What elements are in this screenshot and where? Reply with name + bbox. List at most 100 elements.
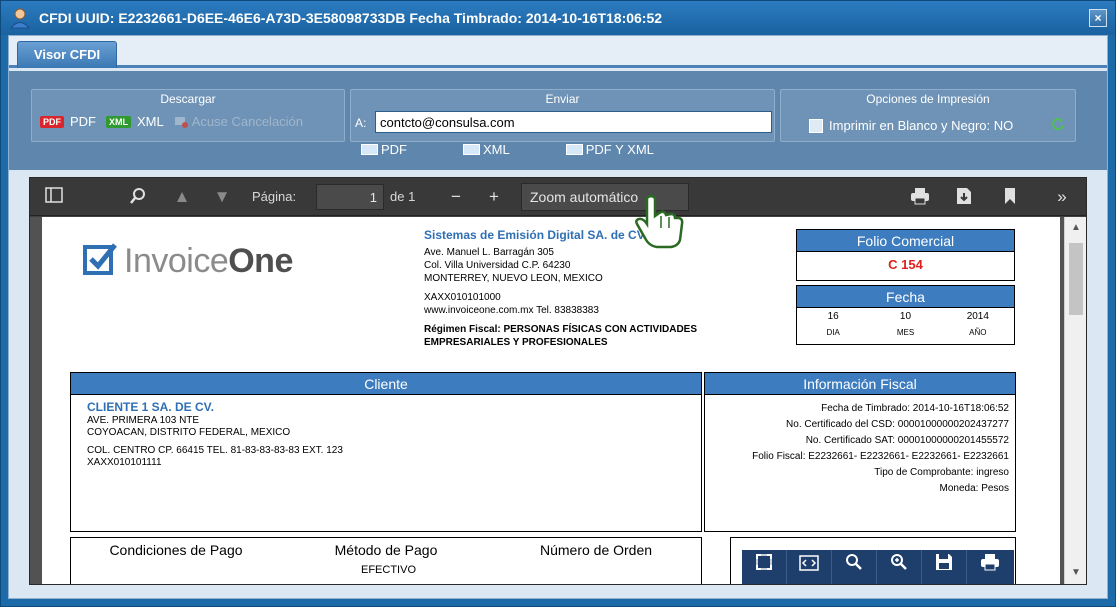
page-number-input[interactable] bbox=[316, 184, 384, 210]
cancel-receipt-icon bbox=[174, 116, 188, 128]
date-title: Fecha bbox=[797, 286, 1014, 308]
issuer-regime-1: Régimen Fiscal: PERSONAS FÍSICAS CON ACT… bbox=[424, 324, 698, 335]
cfdi-window: CFDI UUID: E2232661-D6EE-46E6-A73D-3E580… bbox=[0, 0, 1116, 607]
client-name: CLIENTE 1 SA. DE CV. bbox=[87, 400, 214, 414]
print-icon[interactable] bbox=[910, 187, 930, 207]
download-title: Descargar bbox=[160, 92, 216, 106]
download-pdf-link[interactable]: PDF bbox=[70, 114, 96, 129]
zoom-out-magnifier-icon[interactable] bbox=[832, 550, 877, 584]
hand-cursor-icon bbox=[629, 194, 689, 250]
xml-file-icon: XML bbox=[106, 115, 131, 128]
email-input[interactable] bbox=[375, 111, 772, 133]
date-box: Fecha 16 DIA 10 MES 2014 AÑO bbox=[796, 285, 1015, 345]
payment-box: Condiciones de Pago Método de Pago Númer… bbox=[70, 537, 702, 584]
tax-info-csd: No. Certificado del CSD: 000010000002024… bbox=[786, 419, 1009, 430]
save-disk-icon[interactable] bbox=[922, 550, 967, 584]
client-line-3: COL. CENTRO CP. 66415 TEL. 81-83-83-83-8… bbox=[87, 445, 343, 456]
content-frame: Visor CFDI Descargar PDF PDF XML XML Acu… bbox=[8, 35, 1108, 599]
client-rfc: XAXX010101111 bbox=[87, 457, 162, 468]
bookmark-icon[interactable] bbox=[1000, 187, 1020, 207]
page-label: Página: bbox=[252, 189, 297, 204]
pdf-file-icon: PDF bbox=[40, 115, 64, 128]
invoice-page: InvoiceOne Sistemas de Emisión Digital S… bbox=[42, 217, 1060, 584]
fit-page-icon[interactable] bbox=[742, 550, 787, 584]
date-year-label: AÑO bbox=[969, 328, 987, 337]
tax-info-title: Información Fiscal bbox=[705, 373, 1015, 395]
tax-info-timbrado: Fecha de Timbrado: 2014-10-16T18:06:52 bbox=[821, 403, 1009, 414]
send-xml-label: XML bbox=[483, 142, 510, 157]
order-number-label: Número de Orden bbox=[539, 542, 653, 558]
send-buttons-row: PDF XML PDF Y XML bbox=[361, 142, 710, 157]
download-xml-link[interactable]: XML bbox=[137, 114, 164, 129]
zoom-out-icon[interactable]: − bbox=[446, 187, 466, 207]
issuer-web: www.invoiceone.com.mx Tel. 83838383 bbox=[424, 305, 599, 316]
printer-icon[interactable] bbox=[967, 550, 1012, 584]
folio-value: C 154 bbox=[888, 257, 923, 272]
folio-box: Folio Comercial C 154 bbox=[796, 229, 1015, 281]
download-icon[interactable] bbox=[954, 187, 974, 207]
refresh-icon[interactable] bbox=[1051, 117, 1065, 131]
folio-title: Folio Comercial bbox=[797, 230, 1014, 252]
floating-toolbar bbox=[742, 550, 1014, 584]
tab-visor-cfdi[interactable]: Visor CFDI bbox=[17, 41, 117, 68]
action-toolstrip: Descargar PDF PDF XML XML Acuse Cancelac… bbox=[9, 71, 1107, 170]
title-bar[interactable]: CFDI UUID: E2232661-D6EE-46E6-A73D-3E580… bbox=[1, 1, 1115, 35]
date-month: 10 bbox=[899, 311, 912, 322]
download-row: PDF PDF XML XML Acuse Cancelación bbox=[40, 114, 313, 129]
print-options-title: Opciones de Impresión bbox=[866, 92, 990, 106]
invoiceone-logo: InvoiceOne bbox=[82, 241, 293, 282]
download-group: Descargar PDF PDF XML XML Acuse Cancelac… bbox=[31, 89, 345, 142]
fit-width-icon[interactable] bbox=[787, 550, 832, 584]
envelope-icon bbox=[565, 144, 583, 155]
tax-info-box: Información Fiscal Fecha de Timbrado: 20… bbox=[704, 372, 1016, 532]
tab-bar: Visor CFDI bbox=[9, 36, 1107, 68]
issuer-regime-2: EMPRESARIALES Y PROFESIONALES bbox=[424, 337, 608, 348]
payment-method-value: EFECTIVO bbox=[361, 564, 417, 576]
search-icon[interactable] bbox=[128, 187, 148, 207]
issuer-address-2: Col. Villa Universidad C.P. 64230 bbox=[424, 260, 571, 271]
tax-info-sat: No. Certificado SAT: 0000100000020145557… bbox=[805, 435, 1009, 446]
envelope-icon bbox=[463, 144, 480, 155]
payment-method-label: Método de Pago bbox=[334, 542, 438, 558]
print-settings-icon bbox=[809, 118, 823, 133]
print-bw-label: Imprimir en Blanco y Negro: NO bbox=[829, 118, 1014, 133]
send-pdf-xml-button[interactable]: PDF Y XML bbox=[565, 142, 654, 157]
scroll-up-icon[interactable]: ▲ bbox=[1069, 221, 1083, 235]
payment-conditions-label: Condiciones de Pago bbox=[109, 542, 243, 558]
issuer-rfc: XAXX010101000 bbox=[424, 292, 501, 303]
page-total: de 1 bbox=[390, 189, 416, 204]
send-xml-button[interactable]: XML bbox=[463, 142, 510, 157]
user-icon bbox=[9, 7, 31, 29]
envelope-icon bbox=[361, 144, 378, 155]
send-title: Enviar bbox=[545, 92, 580, 106]
zoom-in-icon[interactable]: + bbox=[484, 187, 504, 207]
client-title: Cliente bbox=[71, 373, 701, 395]
send-pdf-button[interactable]: PDF bbox=[361, 142, 407, 157]
page-area: InvoiceOne Sistemas de Emisión Digital S… bbox=[30, 217, 1086, 584]
pdf-toolbar: ▲ ▼ Página: de 1 − + Zoom automático » bbox=[30, 178, 1086, 216]
scroll-down-icon[interactable]: ▼ bbox=[1069, 566, 1083, 580]
client-line-1: AVE. PRIMERA 103 NTE bbox=[87, 415, 200, 426]
download-cancel-link[interactable]: Acuse Cancelación bbox=[192, 114, 303, 129]
logo-text-bold: One bbox=[228, 242, 293, 280]
print-bw-toggle[interactable]: Imprimir en Blanco y Negro: NO bbox=[809, 118, 1013, 133]
date-day-label: DIA bbox=[826, 328, 840, 337]
issuer-address-3: MONTERREY, NUEVO LEON, MEXICO bbox=[424, 273, 603, 284]
window-title: CFDI UUID: E2232661-D6EE-46E6-A73D-3E580… bbox=[39, 10, 663, 26]
scroll-thumb[interactable] bbox=[1069, 243, 1083, 315]
sidebar-toggle-icon[interactable] bbox=[44, 187, 64, 207]
arrow-up-icon[interactable]: ▲ bbox=[172, 187, 192, 207]
vertical-scrollbar[interactable]: ▲ ▼ bbox=[1064, 217, 1086, 584]
send-pdf-xml-label: PDF Y XML bbox=[585, 142, 654, 157]
zoom-in-magnifier-icon[interactable] bbox=[877, 550, 922, 584]
tax-info-tipo: Tipo de Comprobante: ingreso bbox=[874, 467, 1009, 478]
date-year: 2014 bbox=[966, 311, 989, 322]
arrow-down-icon[interactable]: ▼ bbox=[212, 187, 232, 207]
send-pdf-label: PDF bbox=[381, 142, 407, 157]
close-button[interactable]: × bbox=[1089, 9, 1107, 27]
client-box: Cliente CLIENTE 1 SA. DE CV. AVE. PRIMER… bbox=[70, 372, 702, 532]
send-group: Enviar A: PDF XML PDF Y XML bbox=[350, 89, 775, 157]
date-month-label: MES bbox=[896, 328, 915, 337]
more-tools-icon[interactable]: » bbox=[1052, 187, 1072, 207]
checkbox-logo-icon bbox=[82, 241, 118, 282]
